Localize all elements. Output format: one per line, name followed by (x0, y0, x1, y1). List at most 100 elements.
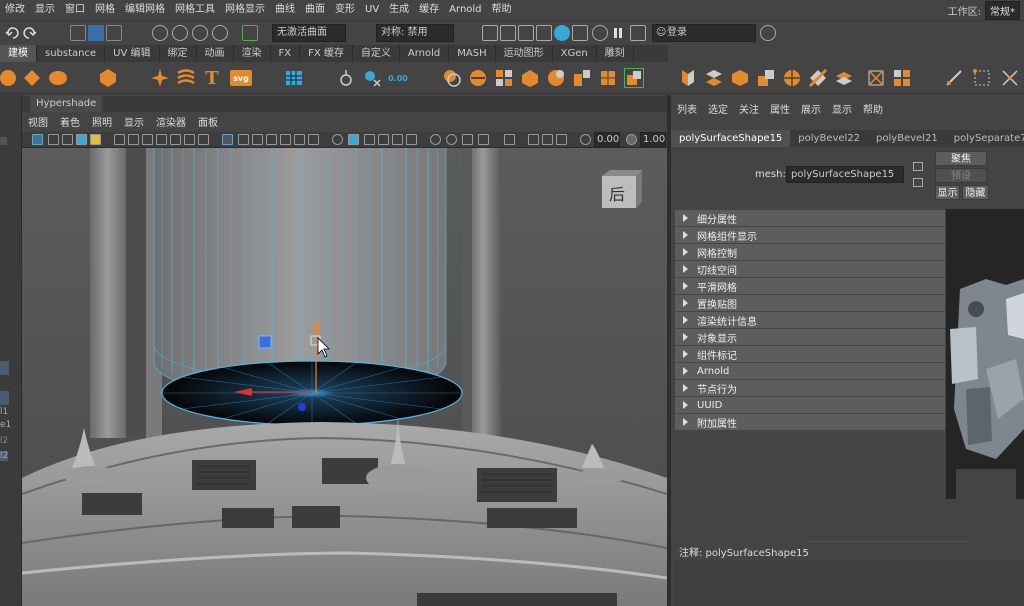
notes-area[interactable] (675, 560, 1024, 606)
freeze-transform-icon[interactable]: 0.00 (388, 68, 408, 88)
bridge-icon[interactable] (704, 68, 724, 88)
sweep-mesh-icon[interactable] (150, 68, 170, 88)
mesh-name-field[interactable]: polySurfaceShape15 (786, 166, 904, 183)
section-mesh-controls[interactable]: 网格控制 (675, 244, 945, 260)
center-pivot-icon[interactable] (362, 68, 382, 88)
go-to-input-icon[interactable] (913, 162, 923, 171)
menu-modify[interactable]: 修改 (0, 0, 30, 20)
safe-action-icon[interactable] (198, 134, 209, 145)
edge-flow-icon[interactable] (1000, 68, 1020, 88)
viewport-menu-view[interactable]: 视图 (22, 116, 54, 132)
shelf-tab-arnold[interactable]: Arnold (400, 45, 450, 62)
select-by-object-icon[interactable] (88, 25, 104, 41)
mirror-icon[interactable] (572, 68, 592, 88)
section-smooth-mesh[interactable]: 平滑网格 (675, 278, 945, 294)
image-plane-icon[interactable] (76, 134, 87, 145)
2d-pan-zoom-icon[interactable] (90, 134, 101, 145)
workspace-dropdown[interactable]: 常规* (985, 0, 1020, 20)
viewport-menu-panels[interactable]: 面板 (192, 116, 224, 132)
grid-toggle-icon[interactable] (128, 134, 139, 145)
shelf-tab-custom[interactable]: 自定义 (353, 45, 400, 62)
camera-attributes-icon[interactable] (48, 134, 59, 145)
show-button[interactable]: 显示 (935, 185, 960, 200)
menu-surfaces[interactable]: 曲面 (300, 0, 330, 20)
hide-button[interactable]: 隐藏 (962, 185, 989, 200)
quad-view-icon[interactable] (542, 134, 553, 145)
exposure-field[interactable]: 0.00 (594, 132, 620, 147)
screen-space-ao-icon[interactable] (392, 134, 403, 145)
ae-menu-selected[interactable]: 选定 (702, 102, 733, 120)
ipr-render-icon[interactable] (518, 25, 534, 41)
section-displacement-map[interactable]: 置换贴图 (675, 295, 945, 311)
extrude-icon[interactable] (678, 68, 698, 88)
wireframe-on-shaded-icon[interactable] (332, 134, 343, 145)
snap-point-icon[interactable] (192, 25, 208, 41)
menu-generate[interactable]: 生成 (384, 0, 414, 20)
menu-mesh[interactable]: 网格 (90, 0, 120, 20)
viewport-menu-shading[interactable]: 着色 (54, 116, 86, 132)
remesh-icon[interactable] (546, 68, 566, 88)
wireframe-icon[interactable] (238, 134, 249, 145)
shelf-tab-substance[interactable]: substance (37, 45, 106, 62)
poly-cylinder-icon[interactable] (48, 68, 68, 88)
select-tool-icon[interactable] (504, 134, 515, 145)
section-extra-attributes[interactable]: 附加属性 (675, 414, 945, 430)
boolean-icon[interactable] (520, 68, 540, 88)
go-to-output-icon[interactable] (913, 178, 923, 187)
ae-menu-display[interactable]: 显示 (826, 102, 857, 120)
select-by-component-icon[interactable] (106, 25, 122, 41)
resolution-gate-icon[interactable] (156, 134, 167, 145)
3d-viewport[interactable]: 后 (22, 148, 667, 606)
collapse-icon[interactable] (866, 68, 886, 88)
gate-mask-icon[interactable] (170, 134, 181, 145)
grid-tool-icon[interactable] (284, 68, 304, 88)
pause-icon[interactable] (610, 25, 626, 41)
xray-icon[interactable] (348, 134, 359, 145)
ae-menu-list[interactable]: 列表 (671, 102, 702, 120)
separate-icon[interactable] (468, 68, 488, 88)
depth-of-field-icon[interactable] (446, 134, 457, 145)
shadows-icon[interactable] (308, 134, 319, 145)
xray-components-icon[interactable] (378, 134, 389, 145)
smooth-shade-icon[interactable] (252, 134, 263, 145)
type-tool-icon[interactable]: T (202, 68, 222, 89)
ae-menu-focus[interactable]: 关注 (733, 102, 764, 120)
append-polygon-icon[interactable] (756, 68, 776, 88)
arnold-render-icon[interactable] (592, 25, 608, 41)
shelf-tab-uv-editing[interactable]: UV 编辑 (105, 45, 160, 62)
extract-icon[interactable] (624, 68, 644, 88)
toolbox-icon[interactable] (630, 25, 646, 41)
render-frame-icon[interactable] (482, 25, 498, 41)
select-camera-icon[interactable] (32, 134, 43, 145)
undo-redo-icons[interactable] (4, 25, 44, 41)
menu-deform[interactable]: 变形 (330, 0, 360, 20)
shelf-tab-sculpting[interactable]: 雕刻 (597, 45, 634, 62)
shelf-tab-mash[interactable]: MASH (449, 45, 496, 62)
toolbox-scroll-arrow[interactable] (0, 137, 7, 145)
menu-edit-mesh[interactable]: 编辑网格 (120, 0, 170, 20)
ae-tab-polybevel21[interactable]: polyBevel21 (868, 130, 946, 147)
focus-button[interactable]: 聚焦 (935, 151, 987, 166)
bevel-icon[interactable] (730, 68, 750, 88)
grid-display-icon[interactable] (222, 134, 233, 145)
textured-icon[interactable] (280, 134, 291, 145)
shelf-tab-motion-graphics[interactable]: 运动图形 (496, 45, 553, 62)
shelf-tab-rigging[interactable]: 绑定 (160, 45, 197, 62)
retopo-icon[interactable] (598, 68, 618, 88)
render-settings-icon[interactable] (536, 25, 552, 41)
hud-icon[interactable] (528, 134, 539, 145)
poke-icon[interactable] (892, 68, 912, 88)
view-cube[interactable]: 后 (600, 168, 644, 210)
menu-mesh-display[interactable]: 网格显示 (220, 0, 270, 20)
menu-windows[interactable]: 窗口 (60, 0, 90, 20)
menu-arnold[interactable]: Arnold (444, 0, 486, 20)
hypershade-icon[interactable] (554, 25, 570, 41)
ae-menu-help[interactable]: 帮助 (857, 102, 888, 120)
shelf-tab-modeling[interactable]: 建模 (0, 45, 37, 62)
poly-platonic-icon[interactable] (98, 68, 118, 88)
multisample-aa-icon[interactable] (430, 134, 441, 145)
slide-edge-icon[interactable] (972, 68, 992, 88)
gamma-icon[interactable] (626, 134, 637, 145)
quad-draw-icon[interactable] (944, 68, 964, 88)
poly-sphere-icon[interactable] (0, 68, 20, 88)
